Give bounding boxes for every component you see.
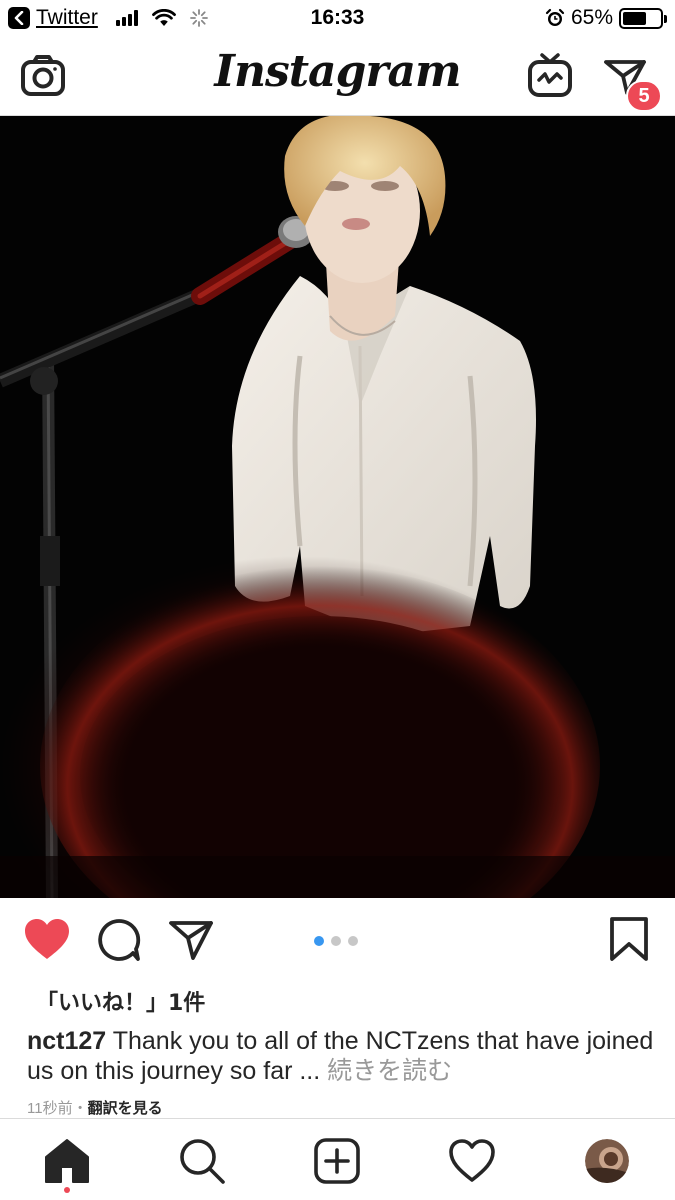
tab-profile[interactable] [585,1139,629,1183]
carousel-dot [331,936,341,946]
home-icon [45,1139,89,1183]
battery-icon [619,7,667,29]
post-timestamp: 11秒前 [27,1100,73,1117]
see-translation-link[interactable]: 翻訳を見る [88,1100,163,1117]
status-right: 65% [545,6,667,30]
direct-unread-badge: 5 [626,80,662,112]
post-meta: 11秒前・翻訳を見る [27,1097,163,1118]
post-caption: nct127 Thank you to all of the NCTzens t… [27,1026,657,1086]
igtv-icon [528,53,572,97]
add-post-icon [314,1138,360,1184]
post-actions [0,898,675,984]
tab-new-post[interactable] [313,1137,361,1185]
post-photo[interactable] [0,116,675,898]
carousel-indicator [314,936,358,946]
tab-search[interactable] [178,1137,226,1185]
share-icon [169,921,213,960]
search-icon [180,1139,225,1184]
home-notification-dot [64,1187,70,1193]
carousel-dot-active [314,936,324,946]
profile-avatar [585,1139,629,1183]
concert-photo-illustration [0,116,675,898]
heart-outline-icon [449,1139,495,1182]
tab-home[interactable] [43,1137,91,1185]
meta-separator: ・ [72,1100,88,1117]
instagram-header: Instagram 5 [0,38,675,116]
comment-button[interactable] [97,918,141,962]
save-button[interactable] [608,916,650,962]
status-bar: Twitter 16:33 65% [0,0,675,38]
bottom-tab-bar [0,1118,675,1200]
like-button[interactable] [24,918,70,962]
comment-icon [98,919,141,961]
read-more-link[interactable]: 続きを読む [327,1057,452,1085]
instagram-logo: Instagram [214,46,461,97]
alarm-icon [545,8,565,28]
carousel-dot [348,936,358,946]
igtv-button[interactable] [527,52,573,98]
battery-percent: 65% [570,6,613,29]
tab-activity[interactable] [448,1137,496,1185]
battery-level [623,11,647,25]
caption-username[interactable]: nct127 [27,1027,106,1055]
share-button[interactable] [168,918,214,962]
likes-count[interactable]: 「いいね！」1件 [36,985,205,1017]
bookmark-icon [610,917,648,961]
heart-filled-icon [25,919,69,959]
